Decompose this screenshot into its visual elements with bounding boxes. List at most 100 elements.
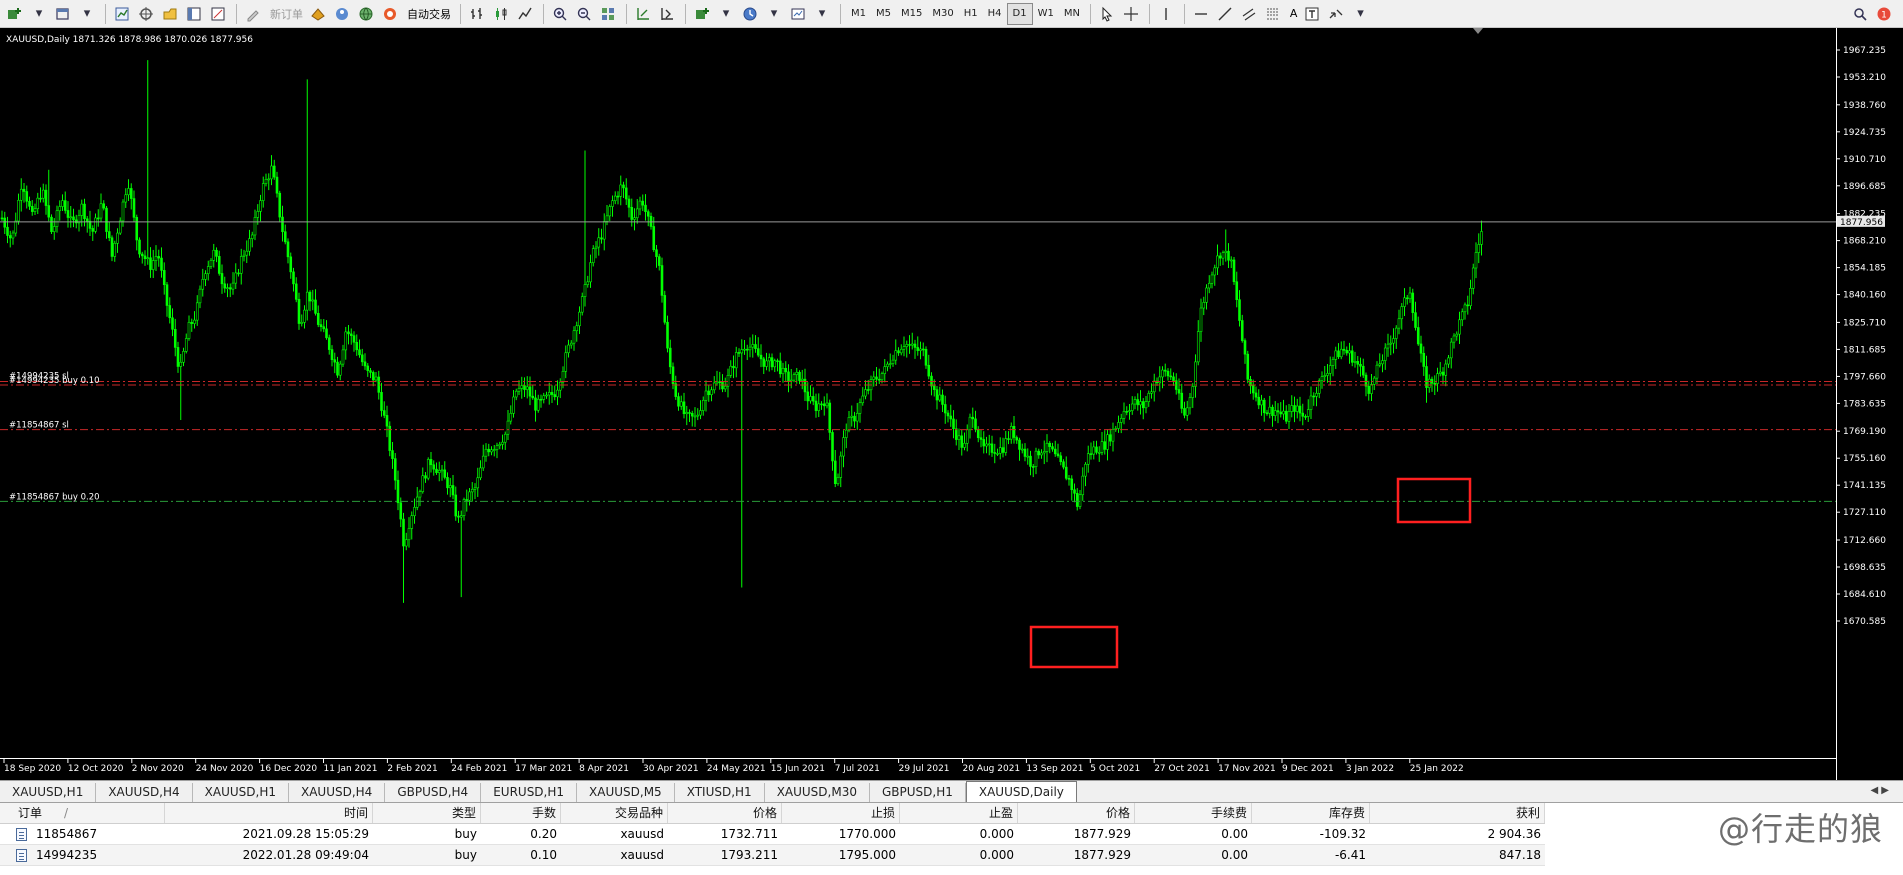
candle-body bbox=[1196, 331, 1200, 363]
col-open-price[interactable]: 价格 bbox=[668, 803, 782, 823]
timeframe-h4[interactable]: H4 bbox=[983, 4, 1007, 24]
candle-body bbox=[932, 385, 936, 390]
zoom-out-icon[interactable] bbox=[573, 3, 595, 25]
timeframe-w1[interactable]: W1 bbox=[1033, 4, 1059, 24]
order-document-icon bbox=[16, 828, 27, 841]
new-chart-icon[interactable] bbox=[4, 3, 26, 25]
chart-tab[interactable]: XTIUSD,H1 bbox=[675, 783, 765, 802]
timeframe-m30[interactable]: M30 bbox=[927, 4, 958, 24]
col-swap[interactable]: 库存费 bbox=[1252, 803, 1370, 823]
vertical-line-icon[interactable] bbox=[1155, 3, 1177, 25]
fibonacci-icon[interactable] bbox=[1262, 3, 1284, 25]
candle-body bbox=[1284, 410, 1288, 422]
timeframe-h1[interactable]: H1 bbox=[959, 4, 983, 24]
candle-body bbox=[1386, 343, 1390, 349]
horizontal-line-icon[interactable] bbox=[1190, 3, 1212, 25]
market-watch-icon[interactable] bbox=[111, 3, 133, 25]
periods-clock-icon[interactable] bbox=[739, 3, 761, 25]
timeframe-m5[interactable]: M5 bbox=[871, 4, 896, 24]
tab-scroll-arrows[interactable]: ◀ ▶ bbox=[1870, 785, 1889, 796]
chevron-down-icon[interactable]: ▾ bbox=[76, 3, 98, 25]
candle-body bbox=[272, 165, 276, 178]
candle-body bbox=[113, 243, 117, 257]
price-chart[interactable]: #14994235 sl #14994235 buy 0.10 #11854867 … bbox=[0, 28, 1903, 780]
chart-tab[interactable]: XAUUSD,H1 bbox=[193, 783, 289, 802]
new-order-button[interactable]: 新订单 bbox=[266, 6, 307, 22]
candle-body bbox=[286, 241, 290, 258]
candle-body bbox=[344, 331, 348, 351]
col-time[interactable]: 时间 bbox=[165, 803, 373, 823]
templates-icon[interactable] bbox=[787, 3, 809, 25]
candle-body bbox=[677, 396, 680, 407]
col-type[interactable]: 类型 bbox=[373, 803, 481, 823]
zoom-in-icon[interactable] bbox=[549, 3, 571, 25]
terminal-icon[interactable] bbox=[183, 3, 205, 25]
strategy-tester-icon[interactable] bbox=[207, 3, 229, 25]
timeframe-m1[interactable]: M1 bbox=[846, 4, 871, 24]
chevron-down-icon[interactable]: ▾ bbox=[1349, 3, 1371, 25]
col-profit[interactable]: 获利 bbox=[1370, 803, 1545, 823]
search-icon[interactable] bbox=[1849, 3, 1871, 25]
chevron-down-icon[interactable]: ▾ bbox=[28, 3, 50, 25]
chart-tab[interactable]: XAUUSD,H1 bbox=[0, 783, 97, 802]
candle-body bbox=[701, 399, 705, 411]
candle-body bbox=[913, 343, 917, 348]
chart-tab[interactable]: XAUUSD,Daily bbox=[965, 781, 1077, 802]
channel-icon[interactable] bbox=[1238, 3, 1260, 25]
navigator-icon[interactable] bbox=[159, 3, 181, 25]
order-row[interactable]: 14994235 2022.01.28 09:49:04 buy 0.10 xa… bbox=[0, 845, 1545, 866]
col-stop-loss[interactable]: 止损 bbox=[782, 803, 900, 823]
auto-scroll-icon[interactable] bbox=[632, 3, 654, 25]
col-order[interactable]: 订单 / bbox=[0, 803, 165, 823]
candle-body bbox=[993, 452, 997, 454]
chart-tab[interactable]: XAUUSD,M5 bbox=[577, 783, 675, 802]
crosshair-icon[interactable] bbox=[1120, 3, 1142, 25]
auto-trading-button[interactable]: 自动交易 bbox=[403, 6, 455, 22]
bar-chart-icon[interactable] bbox=[466, 3, 488, 25]
chevron-down-icon[interactable]: ▾ bbox=[811, 3, 833, 25]
candle-body bbox=[534, 397, 537, 411]
col-take-profit[interactable]: 止盈 bbox=[900, 803, 1018, 823]
candle-body bbox=[410, 515, 414, 529]
tile-windows-icon[interactable] bbox=[597, 3, 619, 25]
globe-icon[interactable] bbox=[355, 3, 377, 25]
chart-shift-marker[interactable] bbox=[1473, 28, 1483, 34]
chevron-down-icon[interactable]: ▾ bbox=[763, 3, 785, 25]
timeframe-m15[interactable]: M15 bbox=[896, 4, 927, 24]
candle-body bbox=[1378, 363, 1382, 366]
order-row[interactable]: 11854867 2021.09.28 15:05:29 buy 0.20 xa… bbox=[0, 824, 1545, 845]
chart-tab[interactable]: GBPUSD,H1 bbox=[870, 783, 966, 802]
col-current-price[interactable]: 价格 bbox=[1018, 803, 1135, 823]
candle-body bbox=[407, 528, 411, 541]
profiles-icon[interactable] bbox=[52, 3, 74, 25]
timeframe-d1[interactable]: D1 bbox=[1006, 2, 1033, 25]
metaeditor-icon[interactable] bbox=[307, 3, 329, 25]
auto-trading-icon[interactable] bbox=[379, 3, 401, 25]
chart-tab[interactable]: EURUSD,H1 bbox=[481, 783, 578, 802]
indicators-icon[interactable] bbox=[691, 3, 713, 25]
notification-bell-icon[interactable]: 1 bbox=[1873, 3, 1895, 25]
chart-tab[interactable]: XAUUSD,H4 bbox=[289, 783, 386, 802]
chart-tab[interactable]: XAUUSD,H4 bbox=[96, 783, 193, 802]
line-chart-icon[interactable] bbox=[514, 3, 536, 25]
chart-tab[interactable]: XAUUSD,M30 bbox=[765, 783, 870, 802]
chevron-down-icon[interactable]: ▾ bbox=[715, 3, 737, 25]
chart-tab[interactable]: GBPUSD,H4 bbox=[385, 783, 482, 802]
candle-body bbox=[594, 246, 598, 249]
timeframe-mn[interactable]: MN bbox=[1059, 4, 1085, 24]
col-lots[interactable]: 手数 bbox=[481, 803, 561, 823]
col-symbol[interactable]: 交易品种 bbox=[561, 803, 668, 823]
trend-line-icon[interactable] bbox=[1214, 3, 1236, 25]
orders-table: 订单 / 时间 类型 手数 交易品种 价格 止损 止盈 价格 手续费 库存费 获利… bbox=[0, 802, 1903, 875]
arrows-icon[interactable] bbox=[1325, 3, 1347, 25]
text-label-icon[interactable] bbox=[1301, 3, 1323, 25]
text-tool-button[interactable]: A bbox=[1286, 7, 1302, 20]
col-commission[interactable]: 手续费 bbox=[1135, 803, 1252, 823]
new-order-icon[interactable] bbox=[242, 3, 264, 25]
cursor-icon[interactable] bbox=[1096, 3, 1118, 25]
candle-body bbox=[1103, 441, 1107, 450]
community-icon[interactable] bbox=[331, 3, 353, 25]
candlestick-icon[interactable] bbox=[490, 3, 512, 25]
chart-shift-icon[interactable] bbox=[656, 3, 678, 25]
data-window-icon[interactable] bbox=[135, 3, 157, 25]
